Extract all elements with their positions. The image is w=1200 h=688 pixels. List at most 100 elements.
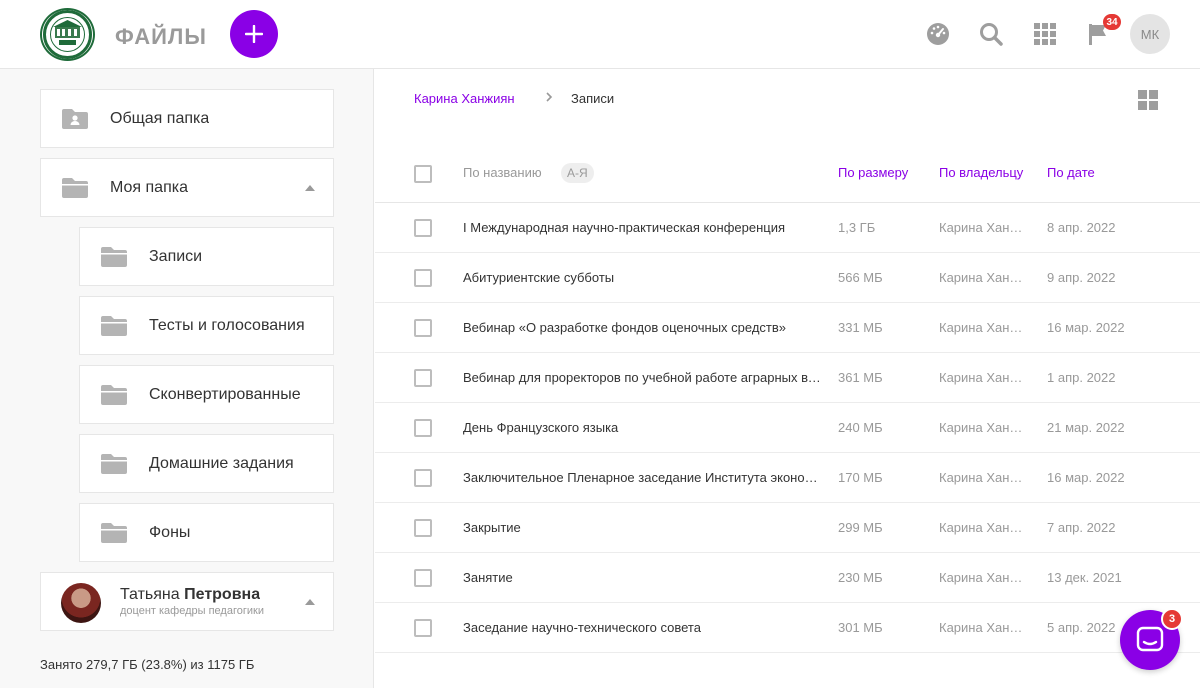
storage-usage: Занято 279,7 ГБ (23.8%) из 1175 ГБ	[40, 657, 255, 672]
file-row[interactable]: Вебинар для проректоров по учебной работ…	[375, 353, 1200, 403]
file-date: 13 дек. 2021	[1047, 570, 1122, 585]
sidebar-item-label: Тесты и голосования	[149, 316, 305, 334]
file-size: 1,3 ГБ	[838, 220, 876, 235]
user-first-name: Татьяна	[120, 586, 180, 603]
breadcrumb-separator-icon	[545, 91, 553, 106]
user-patronymic: Петровна	[184, 586, 261, 603]
file-row[interactable]: Заседание научно-технического совета 301…	[375, 603, 1200, 653]
sidebar-user-item[interactable]: Татьяна Петровна доцент кафедры педагоги…	[40, 572, 334, 631]
row-checkbox[interactable]	[414, 469, 432, 487]
file-owner: Карина Ханжиян	[939, 570, 1029, 585]
file-date: 21 мар. 2022	[1047, 420, 1125, 435]
row-checkbox[interactable]	[414, 219, 432, 237]
sidebar-subfolder-item[interactable]: Записи	[79, 227, 334, 286]
folder-icon	[101, 522, 127, 543]
sidebar-item-label: Сконвертированные	[149, 385, 301, 403]
sidebar-item-shared-folder[interactable]: Общая папка	[40, 89, 334, 148]
chat-icon	[1136, 626, 1164, 652]
folder-icon	[101, 384, 127, 405]
breadcrumb-current: Записи	[571, 91, 615, 106]
row-checkbox[interactable]	[414, 319, 432, 337]
sort-by-owner[interactable]: По владельцу	[939, 165, 1037, 180]
file-size: 240 МБ	[838, 420, 883, 435]
notifications-badge: 34	[1103, 14, 1121, 30]
search-icon[interactable]	[977, 20, 1005, 48]
file-owner: Карина Ханжиян	[939, 220, 1029, 235]
file-owner: Карина Ханжиян	[939, 620, 1029, 635]
file-date: 1 апр. 2022	[1047, 370, 1116, 385]
user-avatar[interactable]: МК	[1130, 14, 1170, 54]
apps-grid-icon[interactable]	[1031, 20, 1059, 48]
collapse-chevron-icon[interactable]	[305, 598, 315, 605]
top-bar: ФАЙЛЫ 34 МК	[0, 0, 1200, 69]
sidebar-item-my-folder[interactable]: Моя папка	[40, 158, 334, 217]
file-size: 299 МБ	[838, 520, 883, 535]
university-logo[interactable]	[40, 8, 95, 61]
sort-direction-badge[interactable]: А-Я	[561, 163, 594, 183]
user-role: доцент кафедры педагогики	[120, 605, 264, 617]
file-size: 301 МБ	[838, 620, 883, 635]
file-size: 230 МБ	[838, 570, 883, 585]
file-date: 16 мар. 2022	[1047, 470, 1125, 485]
sidebar-item-label: Моя папка	[110, 178, 188, 196]
file-owner: Карина Ханжиян	[939, 320, 1029, 335]
file-row[interactable]: I Международная научно-практическая конф…	[375, 203, 1200, 253]
sidebar-subfolder-item[interactable]: Тесты и голосования	[79, 296, 334, 355]
sort-by-size[interactable]: По размеру	[838, 165, 908, 180]
dashboard-icon[interactable]	[924, 20, 952, 48]
file-date: 9 апр. 2022	[1047, 270, 1116, 285]
file-name: Вебинар «О разработке фондов оценочных с…	[463, 320, 787, 335]
sidebar-subfolder-item[interactable]: Фоны	[79, 503, 334, 562]
file-size: 361 МБ	[838, 370, 883, 385]
plus-icon	[245, 25, 263, 43]
sidebar: Общая папка Моя папка Записи Тесты и гол…	[0, 69, 374, 688]
row-checkbox[interactable]	[414, 269, 432, 287]
file-size: 170 МБ	[838, 470, 883, 485]
file-owner: Карина Ханжиян	[939, 470, 1029, 485]
row-checkbox[interactable]	[414, 569, 432, 587]
file-name: День Французского языка	[463, 420, 619, 435]
file-date: 7 апр. 2022	[1047, 520, 1116, 535]
file-owner: Карина Ханжиян	[939, 520, 1029, 535]
shared-folder-icon	[62, 108, 88, 129]
user-name: Татьяна Петровна	[120, 586, 260, 604]
sidebar-subfolder-item[interactable]: Домашние задания	[79, 434, 334, 493]
app-title: ФАЙЛЫ	[115, 24, 207, 49]
grid-view-icon[interactable]	[1138, 90, 1158, 110]
file-name: Закрытие	[463, 520, 521, 535]
row-checkbox[interactable]	[414, 369, 432, 387]
sort-by-name[interactable]: По названию	[463, 165, 542, 180]
folder-icon	[101, 246, 127, 267]
file-row[interactable]: Вебинар «О разработке фондов оценочных с…	[375, 303, 1200, 353]
file-owner: Карина Ханжиян	[939, 420, 1029, 435]
file-name: Заключительное Пленарное заседание Инсти…	[463, 470, 821, 485]
row-checkbox[interactable]	[414, 419, 432, 437]
file-row[interactable]: Заключительное Пленарное заседание Инсти…	[375, 453, 1200, 503]
breadcrumb-parent[interactable]: Карина Ханжиян	[414, 91, 515, 106]
file-row[interactable]: Закрытие 299 МБ Карина Ханжиян 7 апр. 20…	[375, 503, 1200, 553]
folder-icon	[62, 177, 88, 198]
sort-by-date[interactable]: По дате	[1047, 165, 1095, 180]
file-name: Вебинар для проректоров по учебной работ…	[463, 370, 821, 385]
row-checkbox[interactable]	[414, 519, 432, 537]
sidebar-item-label: Домашние задания	[149, 454, 294, 472]
file-browser: Карина Ханжиян Записи По названию А-Я По…	[375, 69, 1200, 688]
file-owner: Карина Ханжиян	[939, 270, 1029, 285]
file-name: Заседание научно-технического совета	[463, 620, 701, 635]
file-row[interactable]: Абитуриентские субботы 566 МБ Карина Хан…	[375, 253, 1200, 303]
sidebar-subfolder-item[interactable]: Сконвертированные	[79, 365, 334, 424]
sidebar-item-label: Записи	[149, 247, 203, 265]
file-date: 16 мар. 2022	[1047, 320, 1125, 335]
sidebar-item-label: Общая папка	[110, 109, 210, 127]
row-checkbox[interactable]	[414, 619, 432, 637]
user-photo-avatar	[61, 583, 101, 623]
file-size: 566 МБ	[838, 270, 883, 285]
select-all-checkbox[interactable]	[414, 165, 432, 183]
collapse-chevron-icon[interactable]	[305, 184, 315, 191]
file-row[interactable]: Занятие 230 МБ Карина Ханжиян 13 дек. 20…	[375, 553, 1200, 603]
add-button[interactable]	[230, 10, 278, 58]
file-date: 5 апр. 2022	[1047, 620, 1116, 635]
file-list-header: По названию А-Я По размеру По владельцу …	[375, 149, 1200, 203]
file-row[interactable]: День Французского языка 240 МБ Карина Ха…	[375, 403, 1200, 453]
file-date: 8 апр. 2022	[1047, 220, 1116, 235]
